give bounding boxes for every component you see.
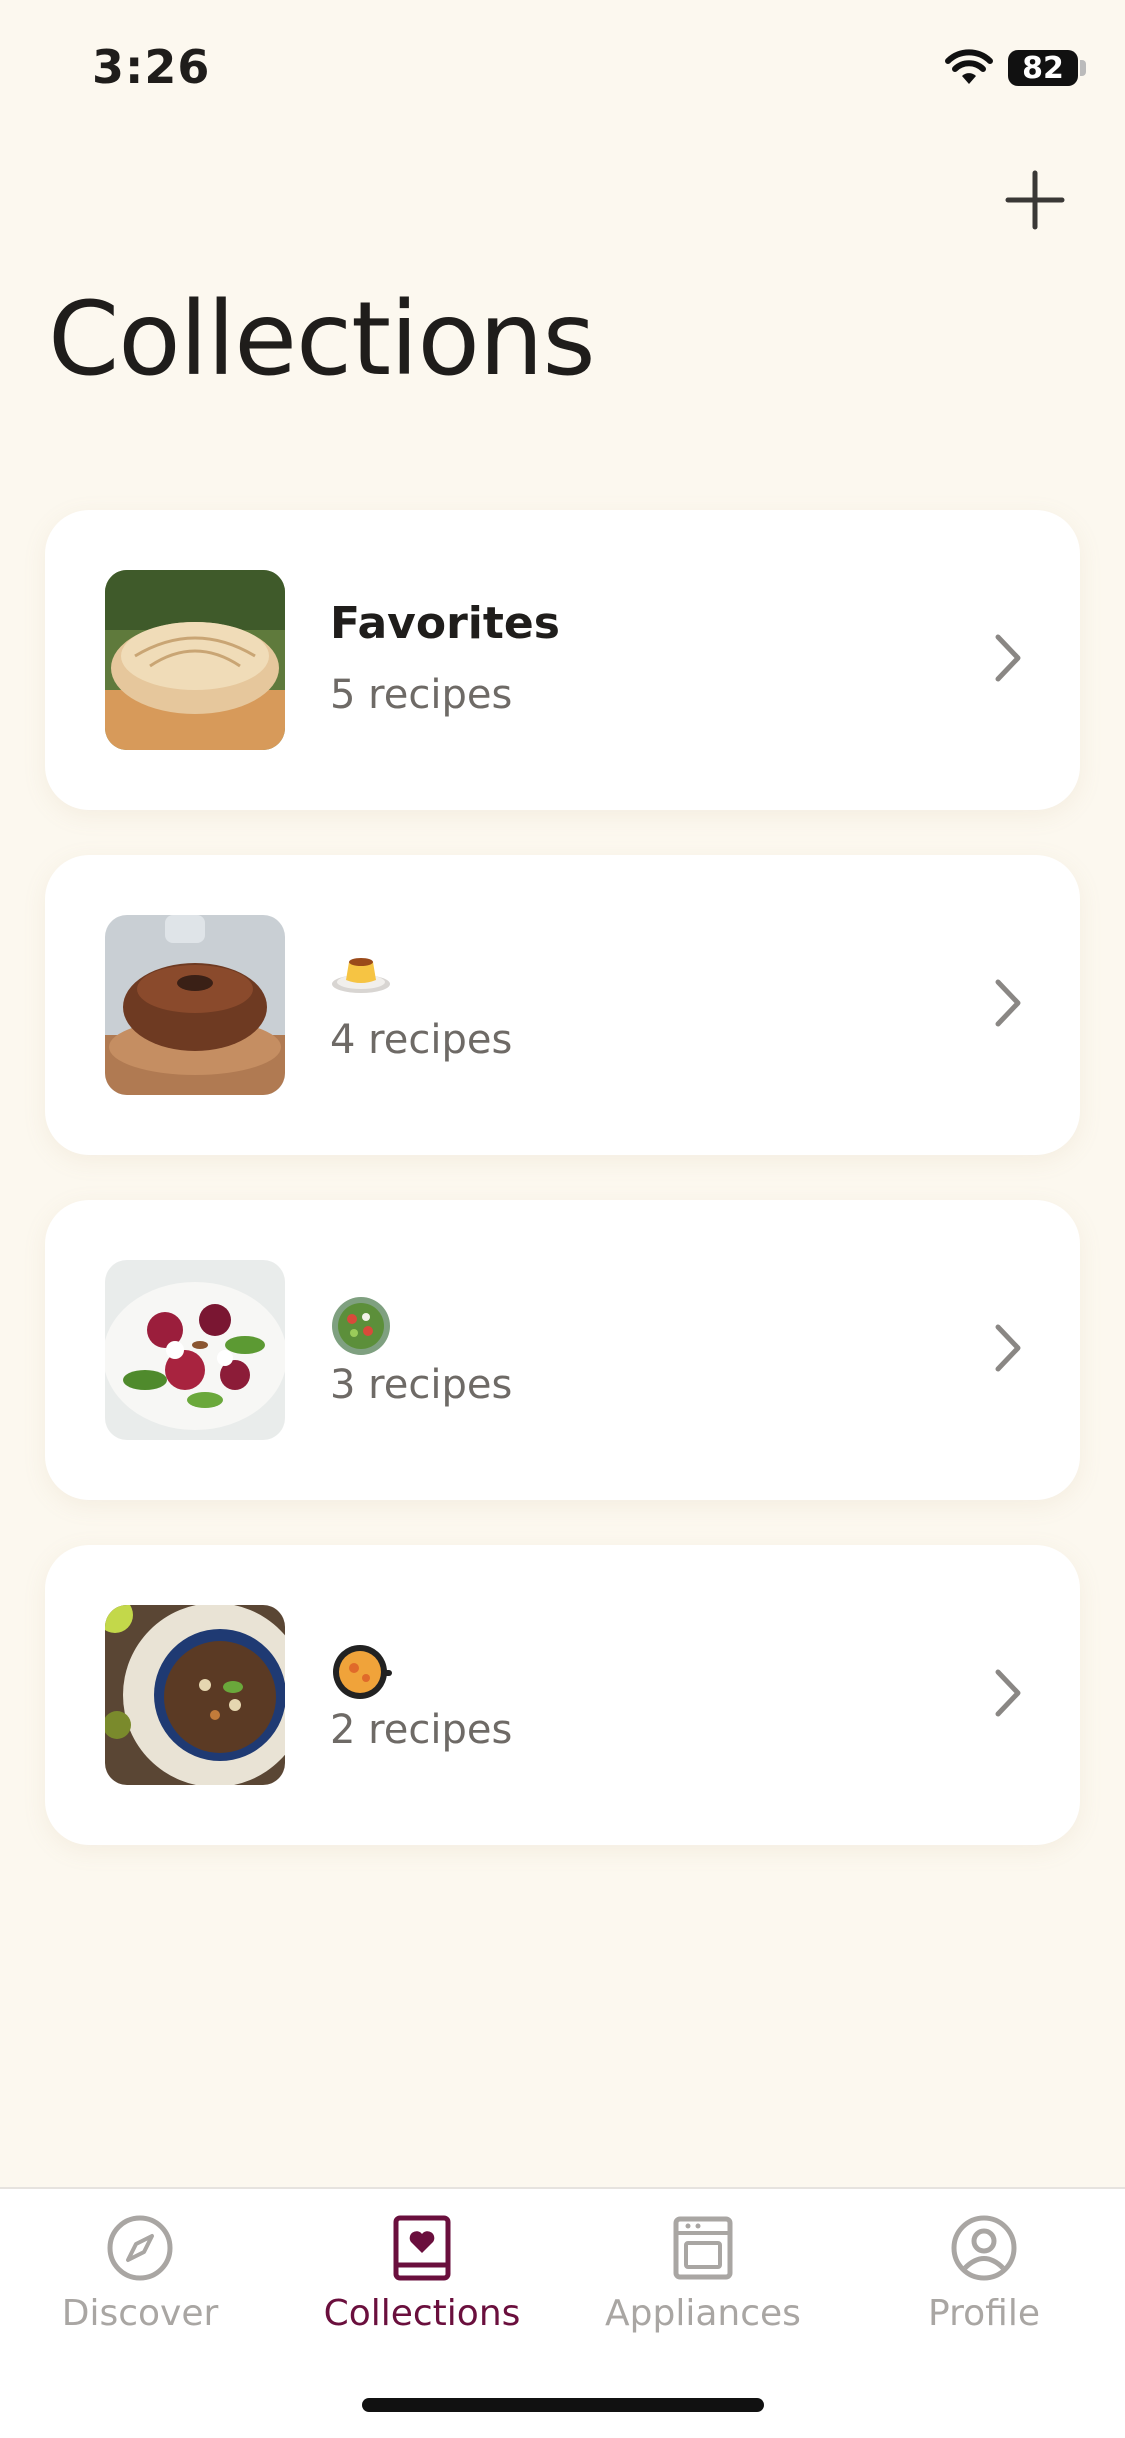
tab-label: Collections (323, 2293, 521, 2334)
tab-collections[interactable]: Collections (302, 2213, 542, 2334)
collection-card-salad[interactable]: 3 recipes (45, 1200, 1080, 1500)
chevron-right-icon (995, 979, 1021, 1027)
wifi-icon (945, 49, 993, 84)
compass-icon (107, 2215, 173, 2281)
chevron-right-icon (995, 634, 1021, 682)
chevron-right-icon (995, 1324, 1021, 1372)
collection-card-paella[interactable]: 2 recipes (45, 1545, 1080, 1845)
user-circle-icon (951, 2215, 1017, 2281)
paella-pan-icon (333, 1645, 392, 1699)
page-title: Collections (48, 280, 596, 399)
collection-thumbnail (105, 1260, 285, 1440)
add-collection-button[interactable] (1000, 165, 1070, 235)
plus-icon (1005, 170, 1065, 230)
collection-thumbnail (105, 570, 285, 750)
home-indicator (362, 2398, 764, 2412)
collection-title: Favorites (330, 598, 560, 649)
battery-level: 82 (1022, 50, 1064, 86)
status-time: 3:26 (92, 40, 211, 94)
collection-list: Favorites 5 recipes 4 recipes 3 recipes … (45, 510, 1080, 1890)
collection-count: 3 recipes (330, 1362, 513, 1408)
salad-icon (332, 1297, 390, 1355)
collection-card-flan[interactable]: 4 recipes (45, 855, 1080, 1155)
collection-card-favorites[interactable]: Favorites 5 recipes (45, 510, 1080, 810)
tab-profile[interactable]: Profile (864, 2213, 1104, 2334)
collection-count: 2 recipes (330, 1707, 513, 1753)
chevron-right-icon (995, 1669, 1021, 1717)
tab-label: Discover (61, 2293, 219, 2334)
collection-count: 5 recipes (330, 672, 513, 718)
book-heart-icon (393, 2215, 451, 2281)
battery-indicator: 82 (1008, 50, 1078, 86)
collection-thumbnail (105, 915, 285, 1095)
tab-label: Appliances (605, 2293, 801, 2334)
collection-thumbnail (105, 1605, 285, 1785)
collection-count: 4 recipes (330, 1017, 513, 1063)
flan-icon (332, 958, 390, 993)
tab-label: Profile (928, 2293, 1040, 2334)
tab-discover[interactable]: Discover (20, 2213, 260, 2334)
status-bar: 3:26 82 (0, 0, 1125, 140)
battery-tip (1080, 60, 1086, 76)
tab-appliances[interactable]: Appliances (583, 2213, 823, 2334)
oven-icon (673, 2216, 733, 2280)
